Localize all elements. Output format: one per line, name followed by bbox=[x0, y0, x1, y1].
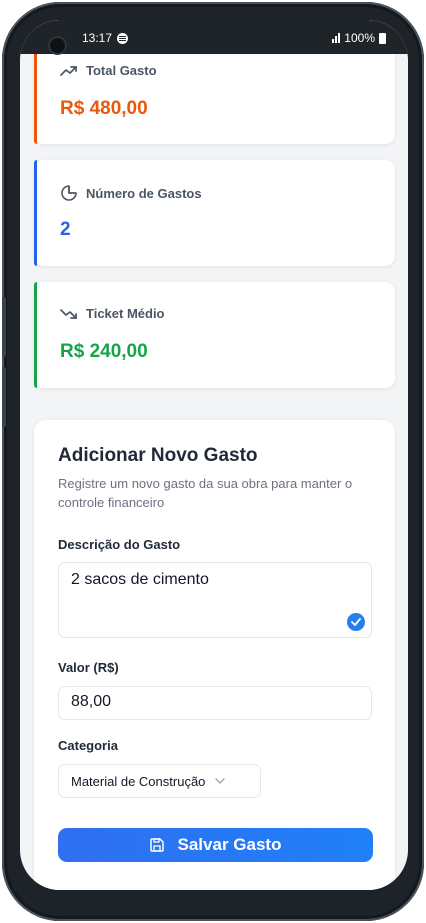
card-accent bbox=[34, 282, 37, 388]
chevron-down-icon bbox=[215, 778, 226, 784]
card-accent bbox=[34, 160, 37, 266]
clock: 13:17 bbox=[82, 31, 113, 45]
value-text: 88,00 bbox=[71, 693, 112, 710]
stat-value: R$ 480,00 bbox=[60, 98, 148, 119]
stat-label: Número de Gastos bbox=[60, 184, 202, 202]
status-bar: 13:17 100% bbox=[20, 20, 408, 54]
stat-value: 2 bbox=[60, 219, 71, 240]
description-label: Descrição do Gasto bbox=[58, 537, 181, 552]
power-button bbox=[2, 367, 6, 427]
stat-label: Total Gasto bbox=[60, 63, 157, 78]
check-icon bbox=[347, 613, 365, 631]
status-time: 13:17 bbox=[82, 31, 129, 45]
stat-label-text: Número de Gastos bbox=[86, 185, 202, 201]
pie-chart-icon bbox=[61, 185, 77, 201]
save-label: Salvar Gasto bbox=[177, 835, 282, 854]
stat-card-count: Número de Gastos 2 bbox=[34, 160, 395, 266]
value-label: Valor (R$) bbox=[58, 660, 119, 675]
stat-value: R$ 240,00 bbox=[60, 341, 148, 362]
trending-up-icon bbox=[60, 65, 77, 76]
volume-button bbox=[2, 297, 6, 357]
front-camera bbox=[50, 38, 65, 53]
form-subtitle: Registre um novo gasto da sua obra para … bbox=[58, 476, 353, 510]
screen: 13:17 100% Total Gasto R$ 480,00 Número … bbox=[20, 20, 408, 890]
signal-icon bbox=[332, 33, 341, 43]
value-field[interactable]: 88,00 bbox=[58, 686, 372, 720]
category-label: Categoria bbox=[58, 738, 118, 753]
stat-label: Ticket Médio bbox=[60, 306, 165, 321]
add-expense-form: Adicionar Novo Gasto Registre um novo ga… bbox=[34, 420, 395, 890]
description-value: 2 sacos de cimento bbox=[71, 571, 209, 588]
description-field[interactable]: 2 sacos de cimento bbox=[58, 562, 372, 638]
battery-text: 100% bbox=[344, 31, 375, 45]
trending-down-icon bbox=[60, 308, 77, 319]
stat-card-average: Ticket Médio R$ 240,00 bbox=[34, 282, 395, 388]
save-icon bbox=[149, 838, 164, 852]
status-right: 100% bbox=[332, 31, 386, 45]
save-button[interactable]: Salvar Gasto bbox=[58, 828, 373, 862]
form-title: Adicionar Novo Gasto bbox=[58, 445, 258, 466]
spotify-icon bbox=[117, 32, 129, 44]
stat-label-text: Total Gasto bbox=[86, 63, 157, 78]
stat-label-text: Ticket Médio bbox=[86, 306, 165, 321]
category-select[interactable]: Material de Construção bbox=[58, 764, 261, 798]
battery-icon bbox=[379, 32, 386, 44]
category-value: Material de Construção bbox=[71, 773, 206, 789]
